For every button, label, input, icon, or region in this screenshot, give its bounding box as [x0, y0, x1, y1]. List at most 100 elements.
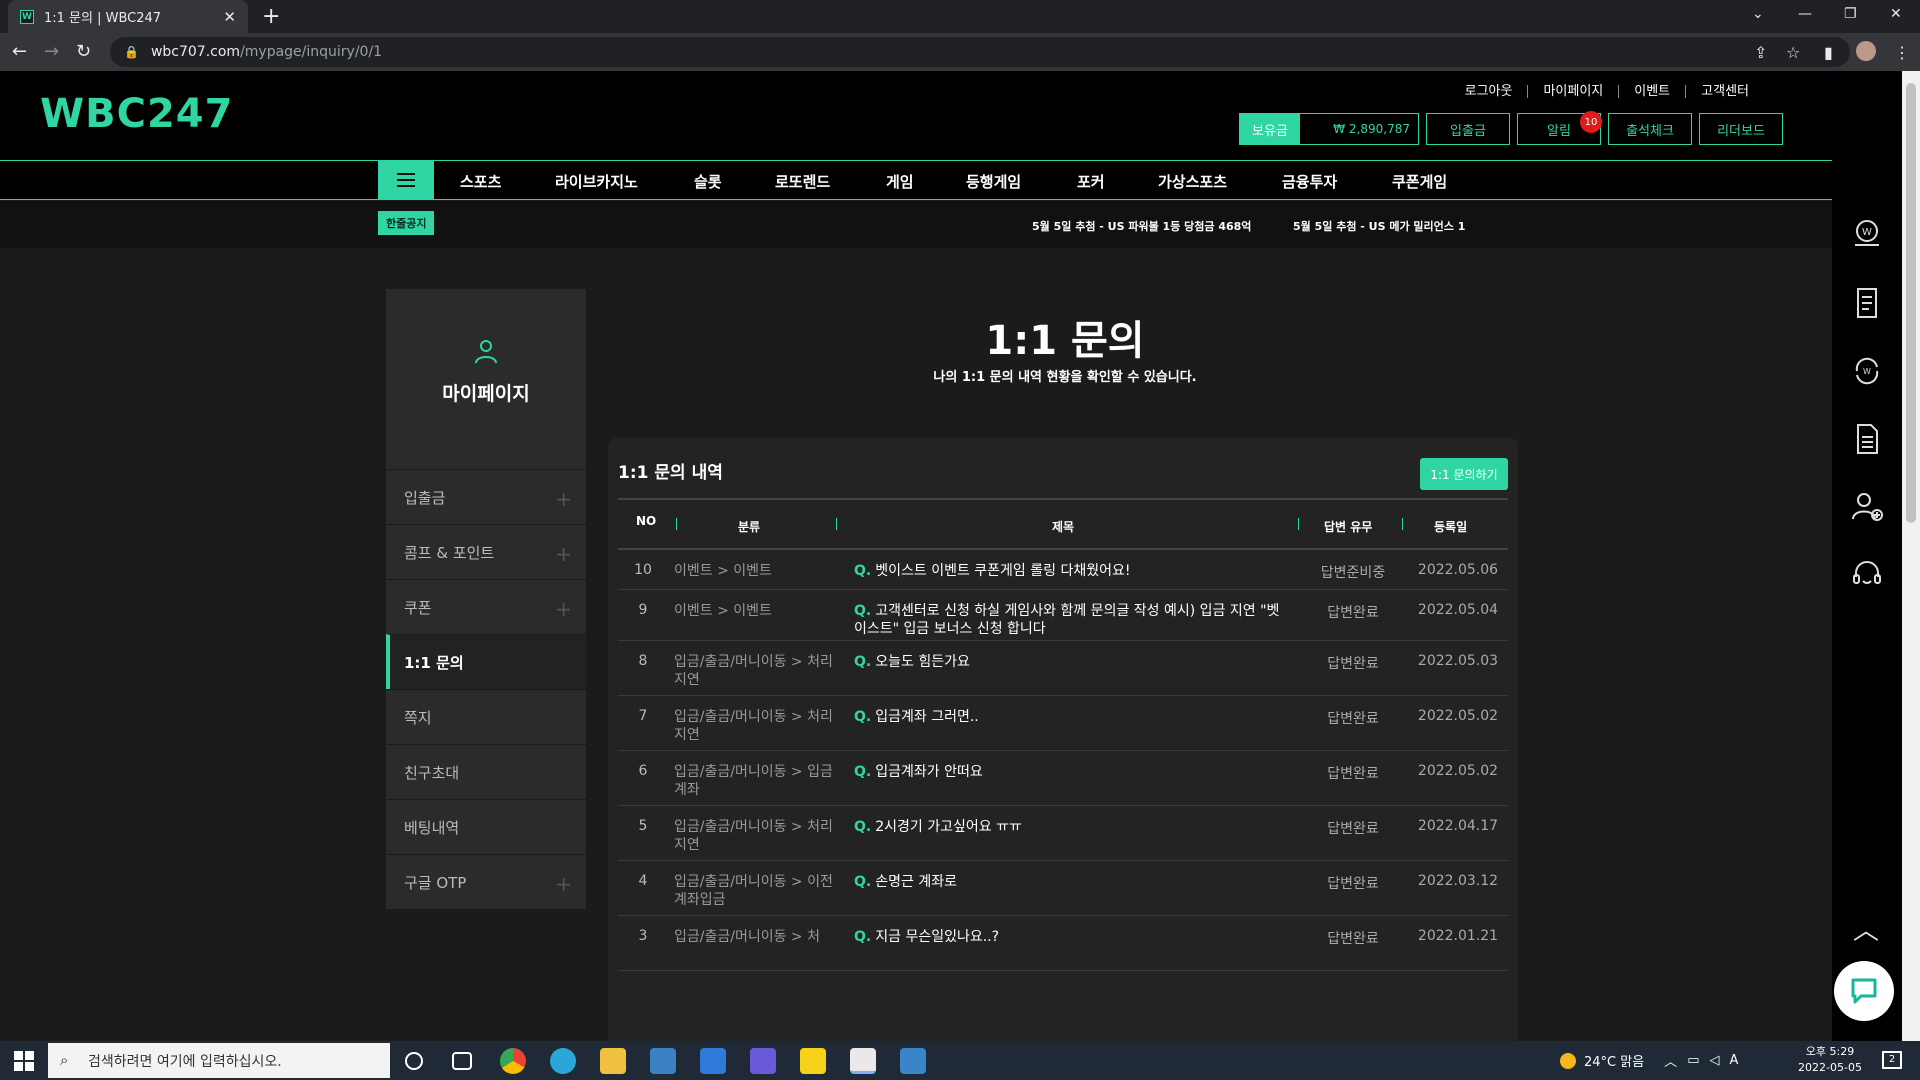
table-row[interactable]: 10 이벤트 > 이벤트 Q. 벳이스트 이벤트 쿠폰게임 롤링 다채웠어요! 답변준비…: [618, 550, 1508, 590]
cortana-icon[interactable]: [405, 1052, 423, 1070]
table-row[interactable]: 7 입금/출금/머니이동 > 처리지연 Q. 입금계좌 그러면.. 답변완료 2022.0…: [618, 696, 1508, 751]
document-icon[interactable]: [1849, 421, 1885, 457]
event-link[interactable]: 이벤트: [1618, 85, 1685, 98]
page-scrollbar[interactable]: [1902, 71, 1920, 1041]
weather-text[interactable]: 24°C 맑음: [1584, 1051, 1644, 1070]
menu-dots-icon[interactable]: ⋮: [1894, 43, 1910, 62]
side-panel-icon[interactable]: ▮: [1824, 43, 1833, 62]
row-title[interactable]: Q. 입금계좌가 안떠요: [854, 763, 1284, 781]
restore-icon[interactable]: ❐: [1844, 6, 1857, 22]
ime-indicator[interactable]: A: [1729, 1053, 1738, 1068]
support-icon[interactable]: [1849, 557, 1885, 593]
profile-avatar[interactable]: [1856, 41, 1876, 61]
row-title-text[interactable]: 지금 무슨일있나요..?: [875, 929, 999, 945]
chat-button[interactable]: [1834, 961, 1894, 1021]
mail-icon[interactable]: [700, 1048, 726, 1074]
wallet-icon[interactable]: W: [1849, 217, 1885, 253]
tab-close-icon[interactable]: ✕: [223, 8, 236, 26]
url-bar[interactable]: 🔒 wbc707.com /mypage/inquiry/0/1: [110, 37, 1850, 67]
table-row[interactable]: 6 입금/출금/머니이동 > 입금계좌 Q. 입금계좌가 안떠요 답변완료 2022.05…: [618, 751, 1508, 806]
row-title[interactable]: Q. 2시경기 가고싶어요 ㅠㅠ: [854, 818, 1284, 836]
nav-rank-game[interactable]: 등행게임: [966, 171, 1021, 192]
store-icon[interactable]: [650, 1048, 676, 1074]
support-link[interactable]: 고객센터: [1685, 85, 1764, 98]
add-user-icon[interactable]: [1849, 489, 1885, 525]
row-title-text[interactable]: 입금계좌가 안떠요: [875, 764, 983, 780]
nav-finance[interactable]: 금융투자: [1282, 171, 1337, 192]
row-title[interactable]: Q. 지금 무슨일있나요..?: [854, 928, 1284, 946]
nav-virtual-sports[interactable]: 가상스포츠: [1158, 171, 1227, 192]
reload-icon[interactable]: ↻: [76, 41, 91, 62]
attendance-button[interactable]: 출석체크: [1608, 113, 1692, 145]
sidebar-item-bets[interactable]: 베팅내역: [386, 799, 586, 854]
sidebar-item-otp[interactable]: 구글 OTP +: [386, 854, 586, 909]
sidebar-item-messages[interactable]: 쪽지: [386, 689, 586, 744]
row-title-text[interactable]: 입금계좌 그러면..: [875, 709, 979, 725]
calculator-icon[interactable]: [900, 1048, 926, 1074]
sidebar-item-comp-points[interactable]: 콤프 & 포인트 +: [386, 524, 586, 579]
table-row[interactable]: 4 입금/출금/머니이동 > 이전계좌입금 Q. 손명근 계좌로 답변완료 2022.03…: [618, 861, 1508, 916]
taskbar-clock[interactable]: 오후 5:29 2022-05-05: [1790, 1044, 1870, 1076]
nav-game[interactable]: 게임: [886, 171, 914, 192]
row-title-text[interactable]: 벳이스트 이벤트 쿠폰게임 롤링 다채웠어요!: [875, 563, 1130, 579]
edge-icon[interactable]: [550, 1048, 576, 1074]
sidebar-item-invite[interactable]: 친구초대: [386, 744, 586, 799]
chrome-active-icon[interactable]: [850, 1048, 876, 1074]
bookmark-star-icon[interactable]: ☆: [1786, 43, 1800, 62]
mypage-link[interactable]: 마이페이지: [1527, 85, 1618, 98]
forward-icon[interactable]: →: [44, 41, 59, 62]
network-icon[interactable]: ▭: [1687, 1053, 1699, 1068]
task-view-icon[interactable]: [452, 1052, 472, 1070]
windows-start-icon[interactable]: [14, 1051, 34, 1071]
taskbar-search[interactable]: ⌕ 검색하려면 여기에 입력하십시오.: [48, 1043, 390, 1078]
table-row[interactable]: 5 입금/출금/머니이동 > 처리지연 Q. 2시경기 가고싶어요 ㅠㅠ 답변완료 202…: [618, 806, 1508, 861]
row-title[interactable]: Q. 입금계좌 그러면..: [854, 708, 1284, 726]
nav-slot[interactable]: 슬롯: [694, 171, 722, 192]
row-title-text[interactable]: 손명근 계좌로: [875, 874, 957, 890]
file-explorer-icon[interactable]: [600, 1048, 626, 1074]
row-title-text[interactable]: 고객센터로 신청 하실 게임사와 함께 문의글 작성 예시) 입금 지연 "벳이…: [854, 603, 1279, 637]
nav-live-casino[interactable]: 라이브카지노: [555, 171, 638, 192]
app-icon[interactable]: [750, 1048, 776, 1074]
row-title[interactable]: Q. 손명근 계좌로: [854, 873, 1284, 891]
scroll-top-icon[interactable]: ︿: [1848, 910, 1884, 946]
row-title[interactable]: Q. 고객센터로 신청 하실 게임사와 함께 문의글 작성 예시) 입금 지연 "…: [854, 602, 1284, 638]
nav-poker[interactable]: 포커: [1077, 171, 1105, 192]
hamburger-menu-icon[interactable]: [378, 161, 434, 199]
window-close-icon[interactable]: ✕: [1890, 6, 1902, 22]
minimize-icon[interactable]: —: [1798, 6, 1812, 22]
row-title-text[interactable]: 2시경기 가고싶어요 ㅠㅠ: [875, 819, 1022, 835]
new-tab-icon[interactable]: +: [262, 4, 280, 29]
sidebar-item-deposit[interactable]: 입출금 +: [386, 469, 586, 524]
receipt-icon[interactable]: [1849, 285, 1885, 321]
sidebar-item-coupon[interactable]: 쿠폰 +: [386, 579, 586, 634]
row-title[interactable]: Q. 벳이스트 이벤트 쿠폰게임 롤링 다채웠어요!: [854, 562, 1284, 580]
logout-link[interactable]: 로그아웃: [1450, 85, 1528, 98]
scroll-thumb[interactable]: [1906, 83, 1916, 523]
row-title-text[interactable]: 오늘도 힘든가요: [875, 654, 970, 670]
browser-tab[interactable]: W 1:1 문의 | WBC247 ✕: [8, 0, 248, 33]
new-inquiry-button[interactable]: 1:1 문의하기: [1420, 458, 1508, 490]
share-icon[interactable]: ⇪: [1754, 43, 1767, 62]
table-row[interactable]: 9 이벤트 > 이벤트 Q. 고객센터로 신청 하실 게임사와 함께 문의글 작성 예…: [618, 590, 1508, 641]
volume-icon[interactable]: ◁: [1709, 1053, 1719, 1068]
ticker-item[interactable]: 5월 5일 추첨 - US 파워볼 1등 당첨금 468억: [1032, 218, 1251, 234]
tray-chevron-icon[interactable]: ︿: [1664, 1051, 1677, 1070]
deposit-button[interactable]: 입출금: [1426, 113, 1510, 145]
ticker-item[interactable]: 5월 5일 추첨 - US 메가 밀리언스 1: [1293, 218, 1465, 234]
exchange-icon[interactable]: W: [1849, 353, 1885, 389]
table-row[interactable]: 8 입금/출금/머니이동 > 처리지연 Q. 오늘도 힘든가요 답변완료 2022.05.…: [618, 641, 1508, 696]
back-icon[interactable]: ←: [12, 41, 27, 62]
chrome-icon[interactable]: [500, 1048, 526, 1074]
site-logo[interactable]: WBC247: [40, 91, 233, 137]
notification-center-icon[interactable]: 2: [1882, 1051, 1902, 1069]
row-title[interactable]: Q. 오늘도 힘든가요: [854, 653, 1284, 671]
leaderboard-button[interactable]: 리더보드: [1699, 113, 1783, 145]
nav-coupon-game[interactable]: 쿠폰게임: [1392, 171, 1447, 192]
sidebar-item-inquiry[interactable]: 1:1 문의: [386, 634, 586, 689]
nav-sports[interactable]: 스포츠: [460, 171, 501, 192]
tab-search-icon[interactable]: ⌄: [1752, 6, 1764, 22]
table-row[interactable]: 3 입금/출금/머니이동 > 처 Q. 지금 무슨일있나요..? 답변완료 2022.01…: [618, 916, 1508, 971]
nav-lotto[interactable]: 로또렌드: [775, 171, 830, 192]
kakaotalk-icon[interactable]: [800, 1048, 826, 1074]
